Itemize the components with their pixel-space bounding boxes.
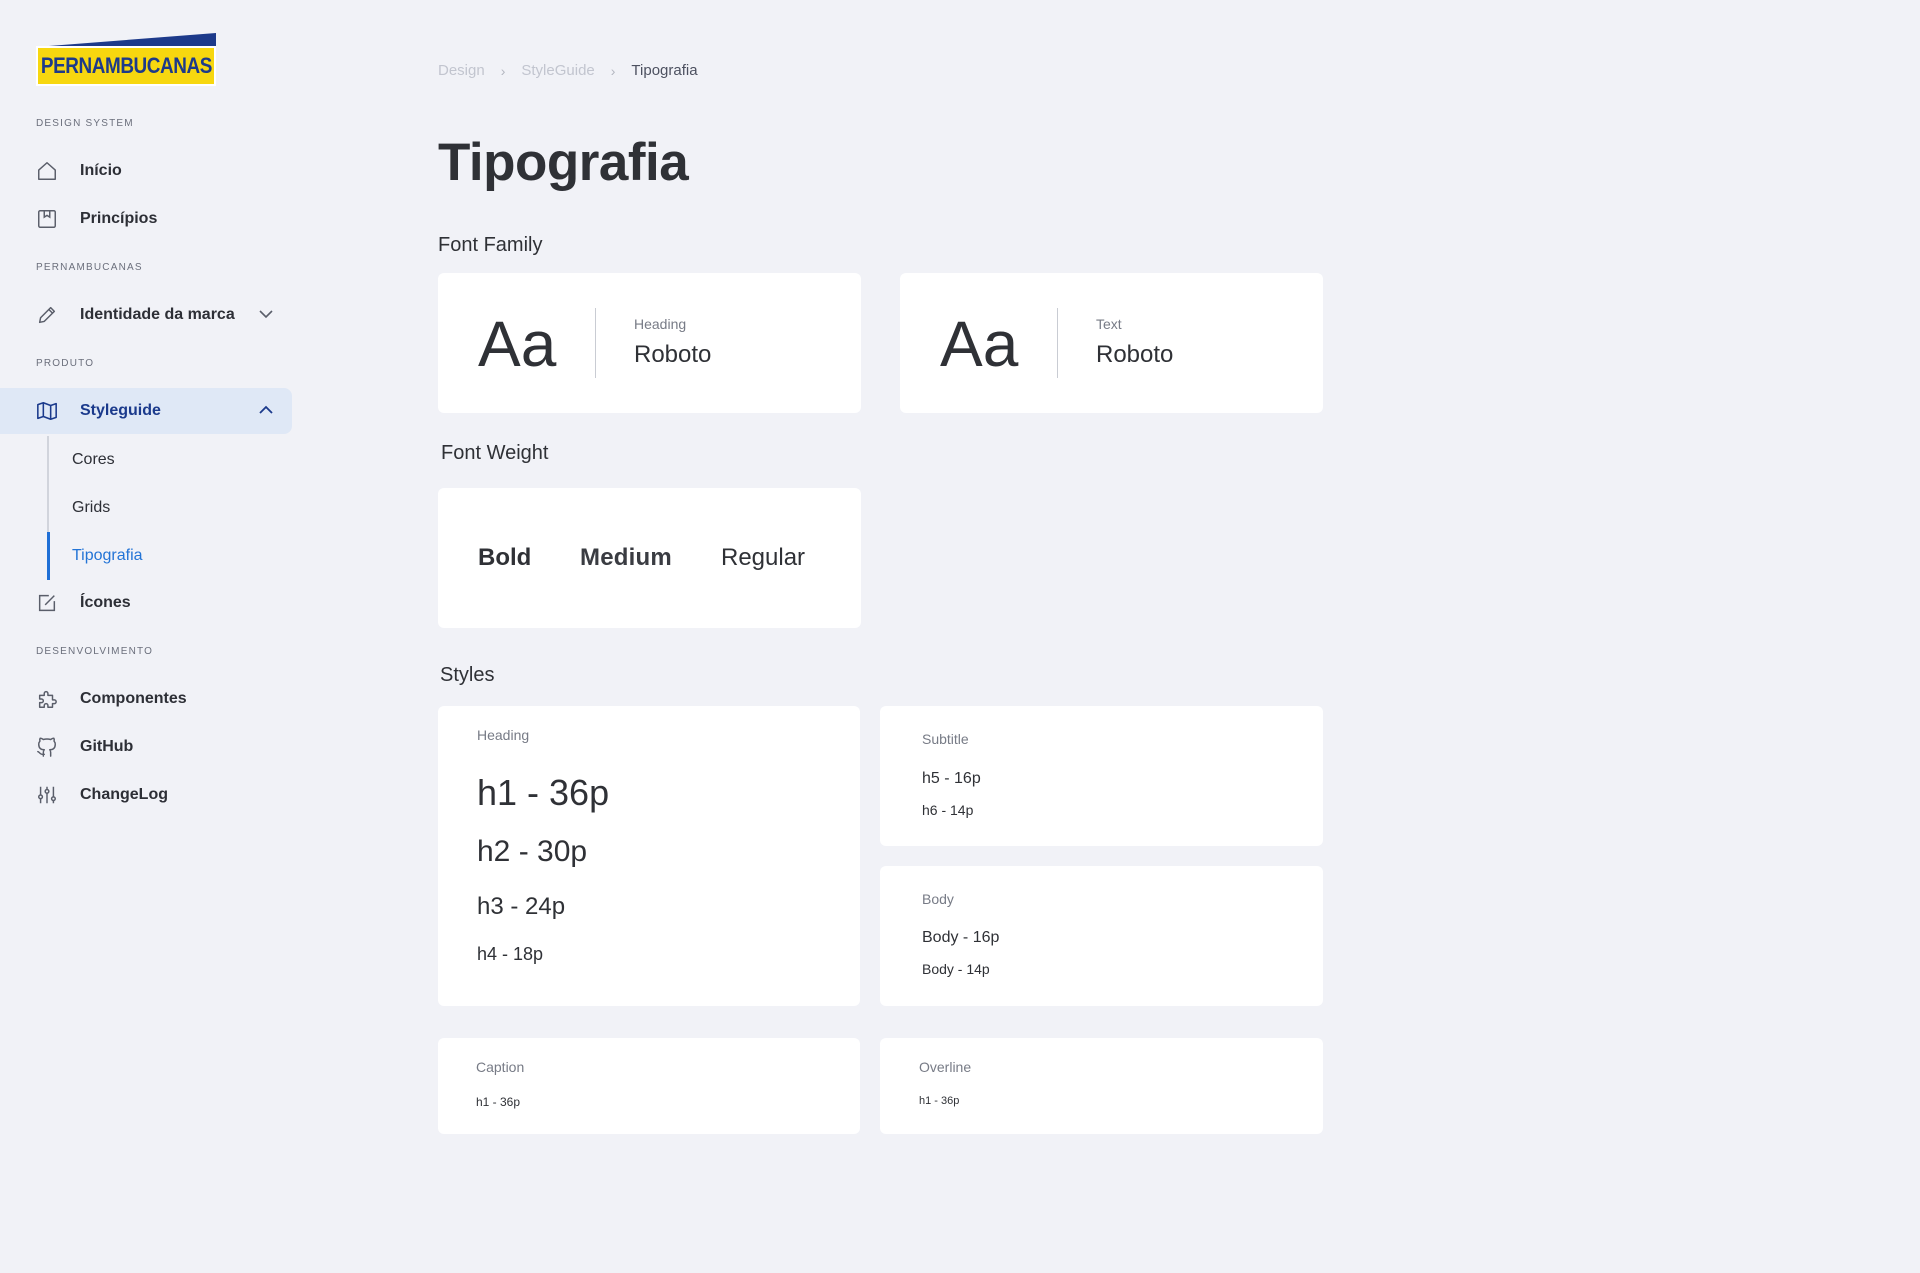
sidebar-item-label: Início — [80, 162, 122, 179]
sidebar-subitem-grids[interactable]: Grids — [72, 484, 110, 532]
style-caption: Body — [922, 891, 954, 907]
home-icon — [36, 160, 58, 182]
section-title-styles: Styles — [440, 664, 495, 686]
github-icon — [36, 736, 58, 758]
style-sample-h6: h6 - 14p — [922, 802, 974, 818]
puzzle-icon — [36, 688, 58, 710]
style-sample-h2: h2 - 30p — [477, 835, 588, 868]
breadcrumb: Design › StyleGuide › Tipografia — [438, 62, 698, 79]
style-sample-body-16: Body - 16p — [922, 929, 1000, 946]
sidebar-item-inicio[interactable]: Início — [0, 148, 292, 194]
font-family-card-heading: Aa Heading Roboto — [438, 273, 861, 413]
pencil-icon — [36, 304, 58, 326]
style-caption: Caption — [476, 1059, 525, 1075]
style-sample-body-14: Body - 14p — [922, 961, 990, 977]
style-sample-h5: h5 - 16p — [922, 770, 981, 787]
page-title: Tipografia — [438, 133, 689, 192]
sidebar: PERNAMBUCANAS DESIGN SYSTEM Início Princ… — [0, 0, 292, 1273]
sidebar-item-label: Identidade da marca — [80, 306, 235, 323]
font-weight-card: Bold Medium Regular — [438, 488, 861, 628]
section-title-font-family: Font Family — [438, 234, 543, 256]
font-sample: Aa — [940, 308, 1019, 380]
font-sample: Aa — [478, 308, 557, 380]
map-icon — [36, 400, 58, 422]
chevron-right-icon: › — [610, 62, 616, 79]
sidebar-item-label: ChangeLog — [80, 786, 168, 803]
font-role-caption: Text — [1096, 316, 1122, 332]
styles-card-caption: Caption h1 - 36p — [438, 1038, 860, 1134]
sidebar-subitem-tipografia[interactable]: Tipografia — [72, 532, 143, 580]
logo-box: PERNAMBUCANAS — [36, 46, 216, 86]
font-role-caption: Heading — [634, 316, 687, 332]
breadcrumb-item-styleguide[interactable]: StyleGuide — [521, 62, 594, 79]
sidebar-item-styleguide[interactable]: Styleguide — [0, 388, 292, 434]
section-title-font-weight: Font Weight — [441, 442, 549, 464]
style-sample-h1: h1 - 36p — [477, 772, 610, 813]
sliders-icon — [36, 784, 58, 806]
sidebar-item-principios[interactable]: Princípios — [0, 196, 292, 242]
font-name: Roboto — [1096, 341, 1174, 368]
section-label-pernambucanas: PERNAMBUCANAS — [36, 262, 143, 273]
divider — [595, 308, 596, 378]
style-sample-overline: h1 - 36p — [919, 1095, 960, 1107]
style-sample-h4: h4 - 18p — [477, 944, 544, 964]
submenu-active-indicator — [47, 532, 50, 580]
logo-stripe — [36, 33, 216, 47]
style-sample-caption: h1 - 36p — [476, 1095, 521, 1109]
sidebar-item-label: Componentes — [80, 690, 187, 707]
breadcrumb-item-design[interactable]: Design — [438, 62, 485, 79]
styles-card-heading: Heading h1 - 36p h2 - 30p h3 - 24p h4 - … — [438, 706, 860, 1006]
styles-card-subtitle: Subtitle h5 - 16p h6 - 14p — [880, 706, 1323, 846]
section-label-desenvolvimento: DESENVOLVIMENTO — [36, 646, 154, 657]
divider — [1057, 308, 1058, 378]
styles-card-overline: Overline h1 - 36p — [880, 1038, 1323, 1134]
chevron-right-icon: › — [500, 62, 506, 79]
sidebar-item-changelog[interactable]: ChangeLog — [0, 772, 292, 818]
sidebar-item-label: Princípios — [80, 210, 158, 227]
styles-card-body: Body Body - 16p Body - 14p — [880, 866, 1323, 1006]
weight-medium-sample: Medium — [580, 544, 672, 571]
sidebar-subitem-cores[interactable]: Cores — [72, 436, 115, 484]
sidebar-item-label: GitHub — [80, 738, 134, 755]
font-family-card-text: Aa Text Roboto — [900, 273, 1323, 413]
sidebar-item-identidade-da-marca[interactable]: Identidade da marca — [0, 292, 292, 338]
brand-logo[interactable]: PERNAMBUCANAS — [36, 33, 216, 86]
sidebar-item-label: Ícones — [80, 594, 131, 611]
chevron-down-icon[interactable] — [256, 304, 276, 324]
style-caption: Subtitle — [922, 731, 969, 747]
style-caption: Overline — [919, 1059, 972, 1075]
bookmark-book-icon — [36, 208, 58, 230]
logo-text: PERNAMBUCANAS — [40, 53, 212, 78]
chevron-up-icon[interactable] — [256, 400, 276, 420]
weight-regular-sample: Regular — [721, 544, 806, 571]
style-sample-h3: h3 - 24p — [477, 893, 566, 920]
sidebar-item-github[interactable]: GitHub — [0, 724, 292, 770]
sidebar-item-componentes[interactable]: Componentes — [0, 676, 292, 722]
font-name: Roboto — [634, 341, 712, 368]
sidebar-item-label: Styleguide — [80, 402, 161, 419]
breadcrumb-item-current: Tipografia — [631, 62, 698, 79]
section-label-produto: PRODUTO — [36, 358, 95, 369]
sidebar-item-icones[interactable]: Ícones — [0, 580, 292, 626]
style-caption: Heading — [477, 727, 530, 743]
weight-bold-sample: Bold — [478, 544, 532, 571]
section-label-design-system: DESIGN SYSTEM — [36, 118, 134, 129]
edit-square-icon — [36, 592, 58, 614]
